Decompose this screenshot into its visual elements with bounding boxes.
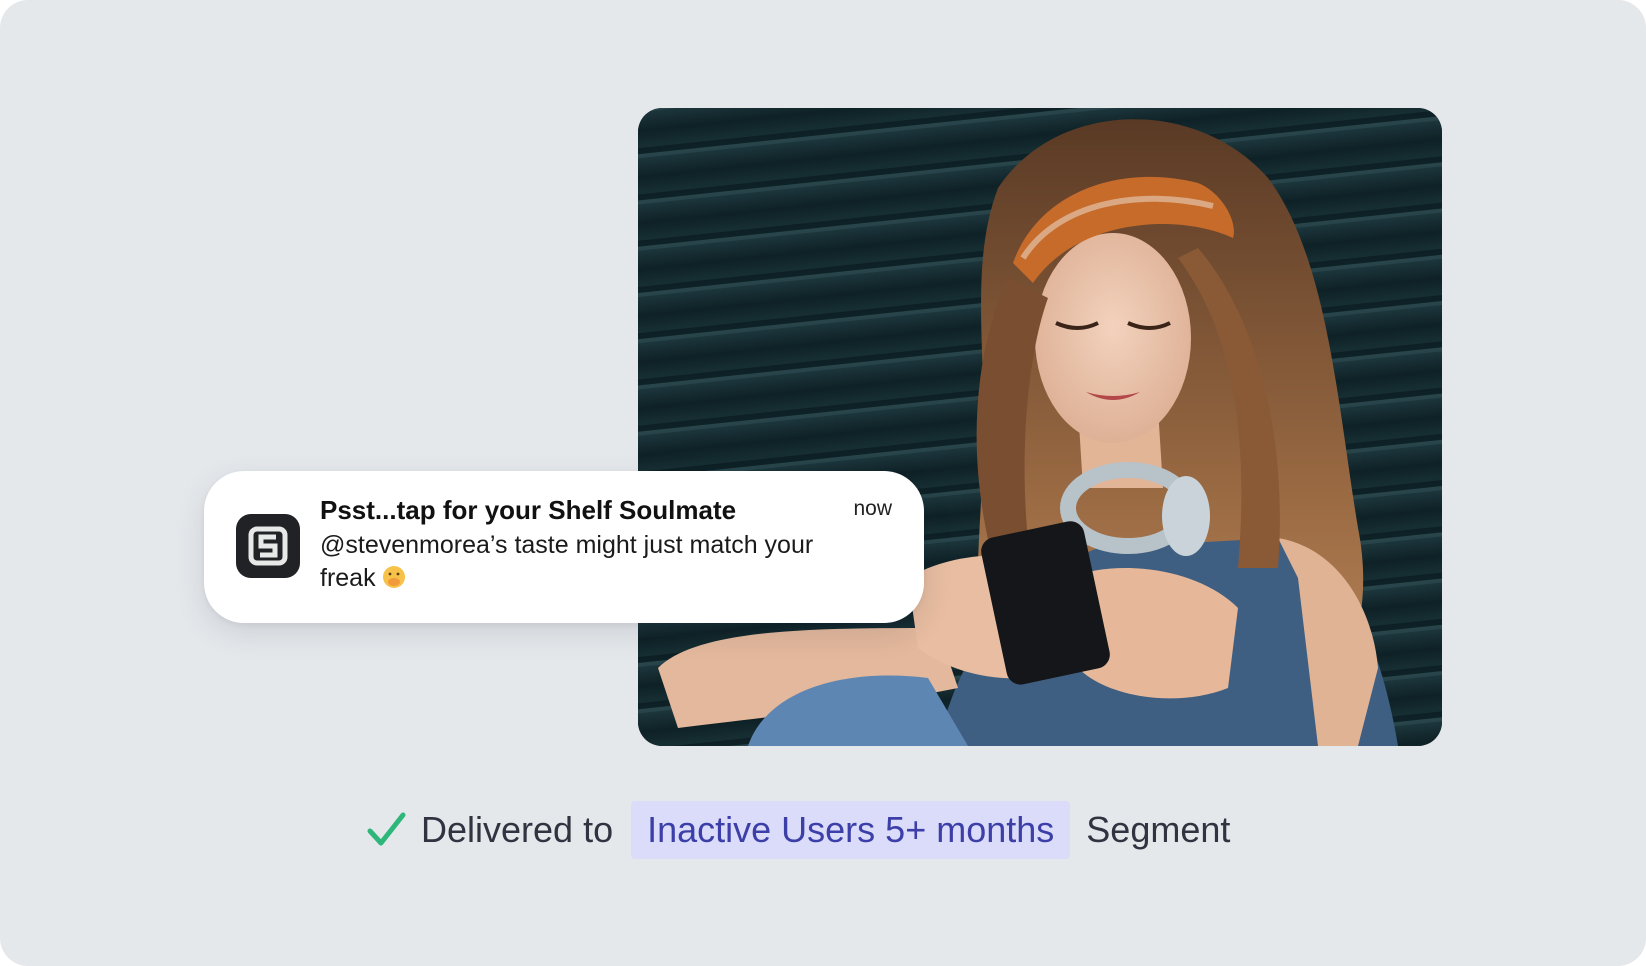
segment-tag[interactable]: Inactive Users 5+ months <box>631 801 1071 859</box>
delivery-prefix: Delivered to <box>421 809 614 850</box>
delivery-suffix: Segment <box>1086 809 1231 850</box>
woman-with-phone-image <box>638 108 1442 746</box>
notification-time: now <box>853 497 892 520</box>
face-with-hand-over-mouth-icon <box>382 566 405 588</box>
canvas: Psst...tap for your Shelf Soulmate now @… <box>0 0 1646 966</box>
hero-photo <box>638 108 1442 746</box>
notification-title: Psst...tap for your Shelf Soulmate <box>320 495 737 525</box>
shelf-soulmate-logo-icon <box>236 514 300 578</box>
notification-body: @stevenmorea’s taste might just match yo… <box>320 529 840 595</box>
check-icon <box>367 812 406 846</box>
delivery-status: Delivered to Inactive Users 5+ months Se… <box>365 800 1230 860</box>
push-notification-card[interactable]: Psst...tap for your Shelf Soulmate now @… <box>204 471 924 623</box>
